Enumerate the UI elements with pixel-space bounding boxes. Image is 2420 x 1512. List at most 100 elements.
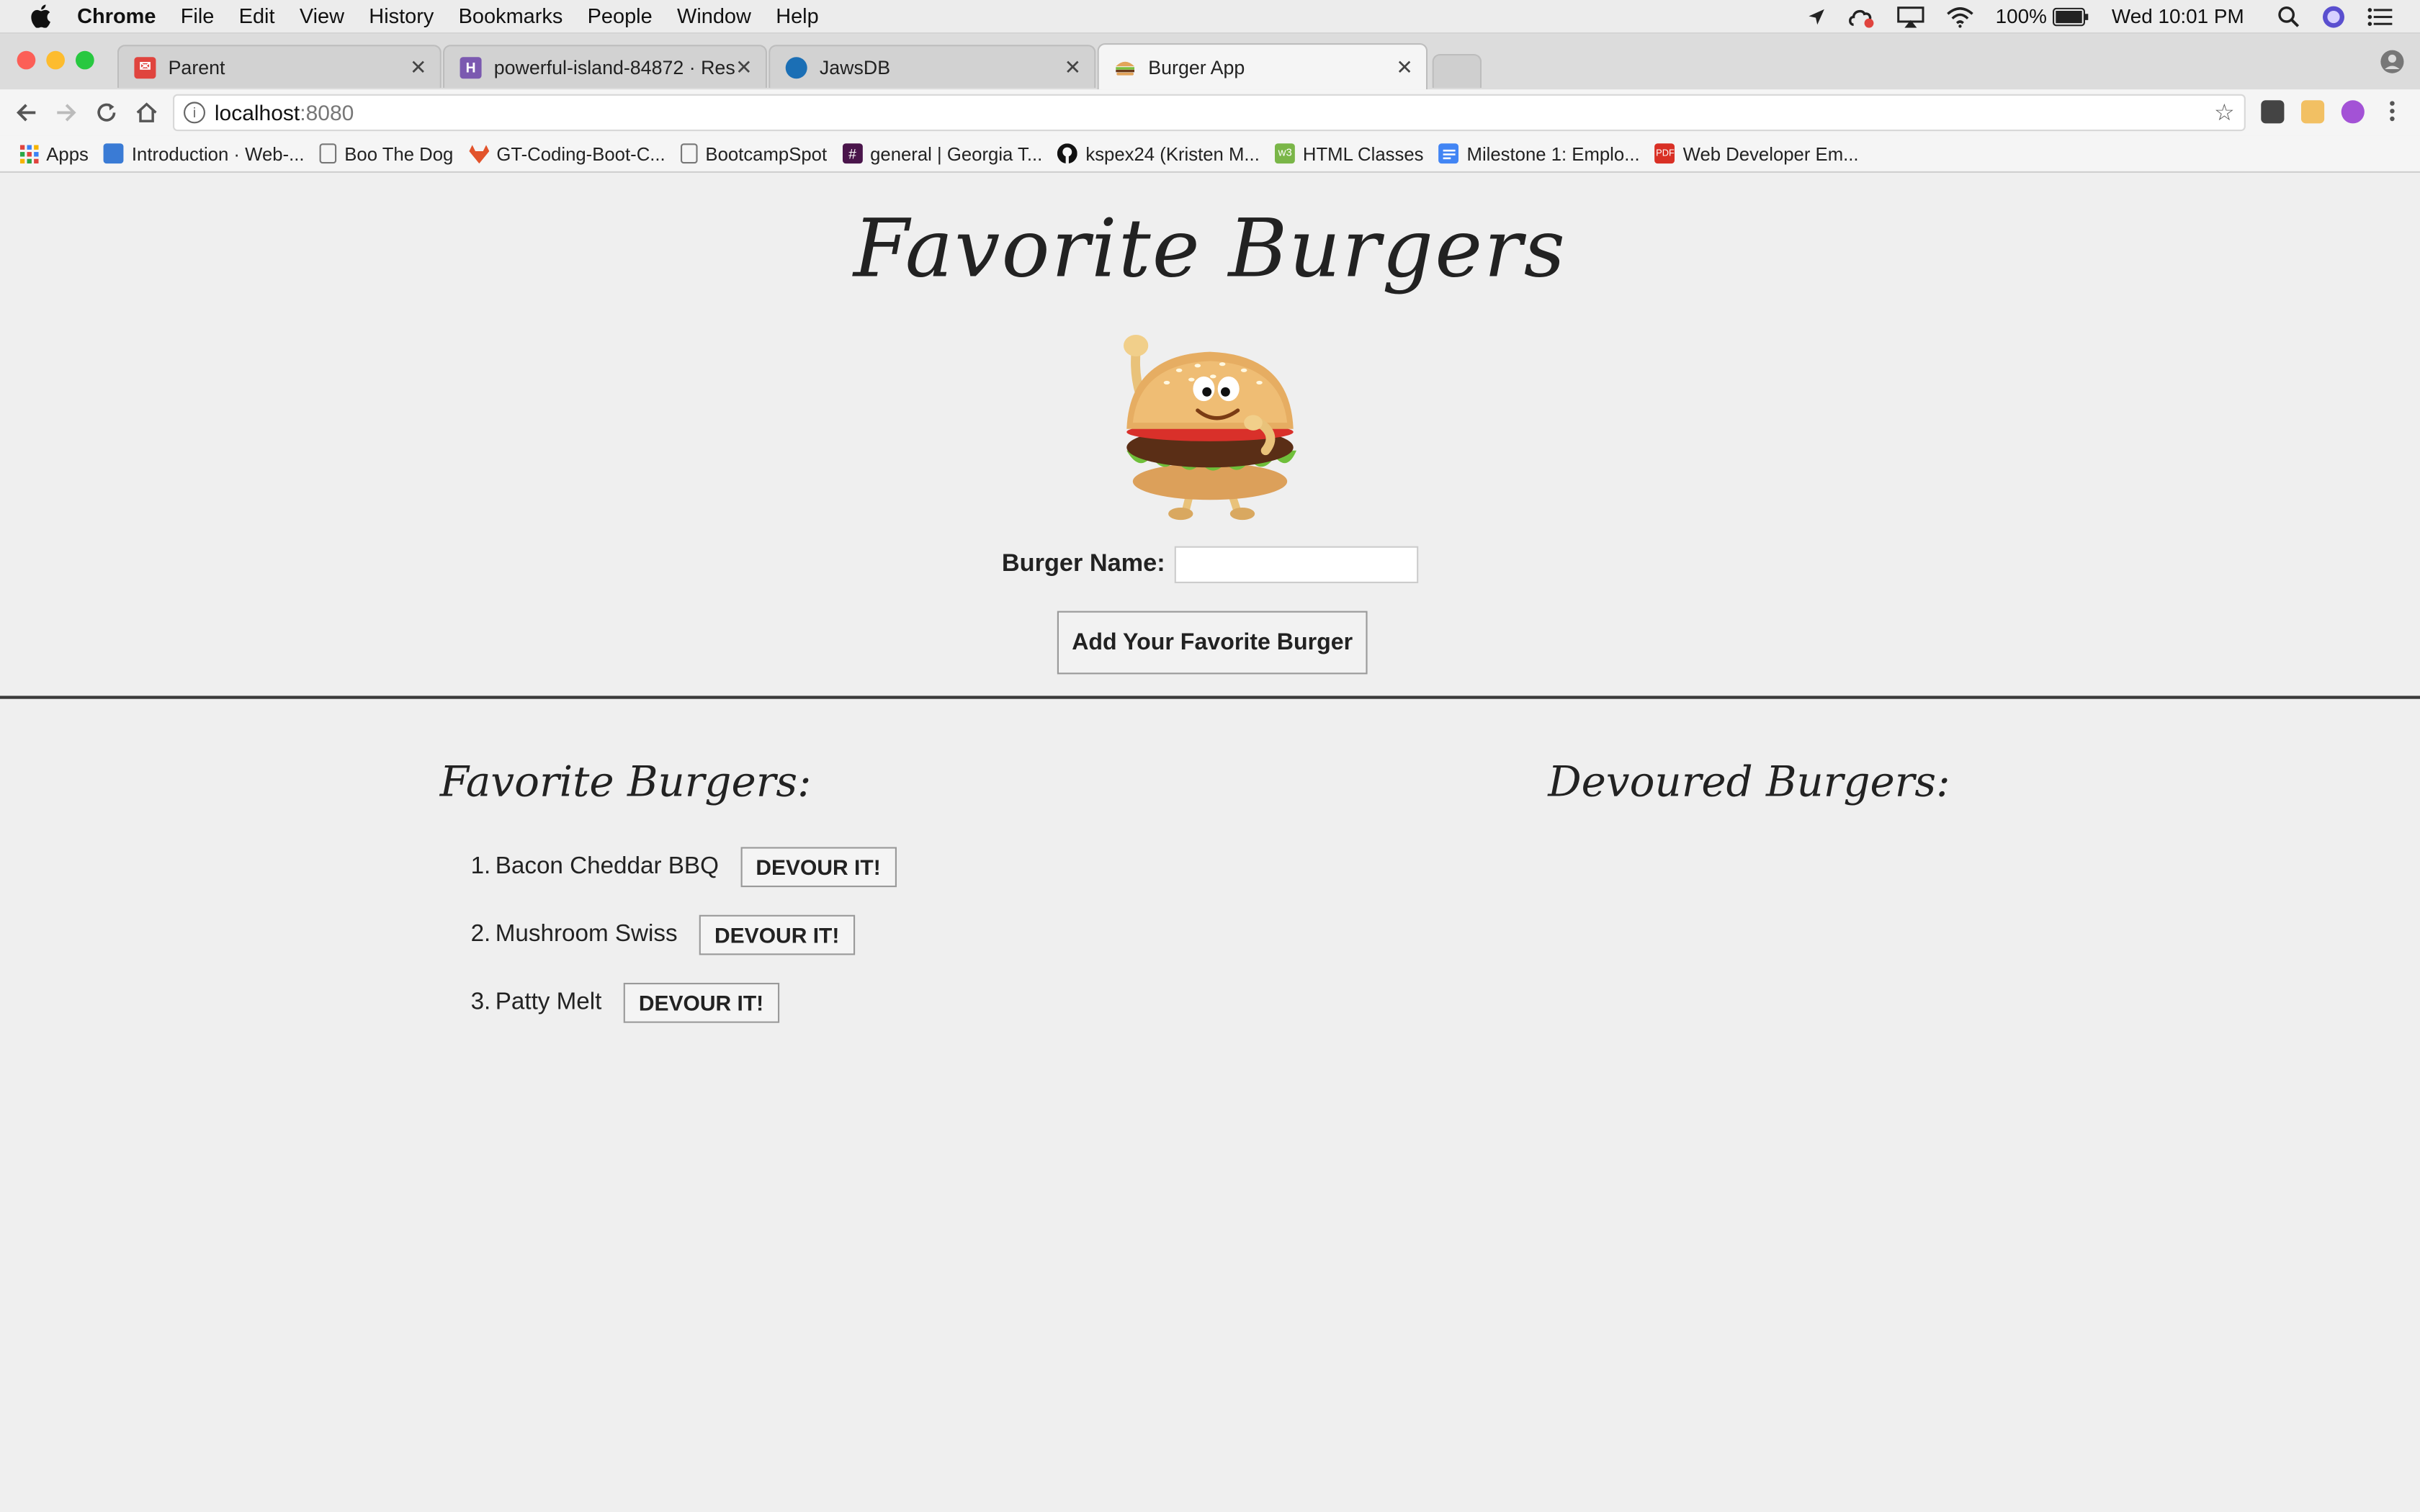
list-item: 3. Patty Melt DEVOUR IT! (471, 981, 897, 1025)
list-item: 1. Bacon Cheddar BBQ DEVOUR IT! (471, 845, 897, 888)
bookmark-label: Milestone 1: Emplo... (1466, 143, 1640, 165)
bookmark-label: Introduction · Web-... (131, 143, 305, 165)
gitlab-icon (468, 143, 489, 163)
menu-edit[interactable]: Edit (239, 4, 275, 27)
devour-button[interactable]: DEVOUR IT! (740, 847, 897, 888)
bookmark-introduction[interactable]: Introduction · Web-... (104, 143, 305, 165)
add-burger-button[interactable]: Add Your Favorite Burger (1057, 611, 1368, 675)
page-content: Favorite Burgers Burger Name: Add Your F… (0, 173, 2420, 1512)
apple-logo-icon[interactable] (28, 4, 53, 28)
tab-close-icon[interactable]: ✕ (409, 55, 428, 79)
page-title: Favorite Burgers (853, 203, 1567, 297)
tab-close-icon[interactable]: ✕ (1063, 55, 1082, 79)
bookmark-label: general | Georgia T... (870, 143, 1043, 165)
bookmark-gt-coding[interactable]: GT-Coding-Boot-C... (468, 143, 666, 165)
address-port: :8080 (300, 100, 354, 125)
mail-icon: ✉ (134, 56, 156, 78)
menu-file[interactable]: File (181, 4, 215, 27)
battery-icon[interactable] (2053, 6, 2090, 26)
back-arrow-icon[interactable] (12, 99, 40, 127)
spotlight-search-icon[interactable] (2278, 5, 2300, 27)
burger-name-label: Burger Name: (1001, 551, 1165, 577)
window-zoom-button[interactable] (76, 50, 94, 70)
menu-app-chrome[interactable]: Chrome (77, 4, 156, 27)
tab-heroku[interactable]: H powerful-island-84872 · Reso ✕ (443, 45, 767, 89)
tab-parent[interactable]: ✉ Parent ✕ (117, 45, 442, 89)
new-tab-button[interactable] (1432, 54, 1482, 89)
extension-film-icon[interactable] (2261, 100, 2285, 124)
tab-title: Burger App (1148, 56, 1245, 78)
bookmark-label: kspex24 (Kristen M... (1085, 143, 1260, 165)
notification-center-icon[interactable] (2367, 7, 2393, 26)
siri-icon[interactable] (2321, 4, 2346, 28)
location-arrow-icon[interactable] (1807, 7, 1826, 26)
menubar-clock[interactable]: Wed 10:01 PM (2112, 4, 2244, 27)
tab-close-icon[interactable]: ✕ (735, 55, 753, 79)
address-bar[interactable]: i localhost:8080 ☆ (173, 94, 2246, 132)
w3-icon: w3 (1275, 143, 1296, 164)
burger-mascot-image (1105, 327, 1312, 521)
forward-arrow-icon[interactable] (53, 99, 81, 127)
bookmark-boo-the-dog[interactable]: Boo The Dog (319, 143, 454, 165)
bookmark-bootcampspot[interactable]: BootcampSpot (681, 143, 827, 164)
bookmark-slack-general[interactable]: # general | Georgia T... (842, 143, 1043, 165)
bookmark-apps[interactable]: Apps (19, 143, 89, 164)
tab-title: Parent (168, 56, 225, 78)
burger-name-input[interactable] (1174, 546, 1419, 583)
bookmark-web-developer[interactable]: PDF Web Developer Em... (1655, 143, 1859, 164)
bookmark-milestone[interactable]: Milestone 1: Emplo... (1438, 143, 1640, 165)
extension-ruler-icon[interactable] (2301, 100, 2325, 124)
burger-number: 1. (470, 853, 491, 880)
menu-people[interactable]: People (588, 4, 653, 27)
burger-name: Patty Melt (495, 989, 602, 1015)
site-info-icon[interactable]: i (183, 102, 205, 124)
doc-icon (1438, 143, 1459, 164)
devour-button[interactable]: DEVOUR IT! (623, 983, 779, 1023)
heroku-icon: H (460, 56, 482, 78)
bookmark-label: BootcampSpot (705, 143, 828, 165)
reload-icon[interactable] (93, 99, 121, 127)
extension-purple-icon[interactable] (2341, 100, 2365, 124)
home-icon[interactable] (133, 99, 161, 127)
bookmark-label: GT-Coding-Boot-C... (496, 143, 666, 165)
menu-window[interactable]: Window (677, 4, 751, 27)
bookmark-html-classes[interactable]: w3 HTML Classes (1275, 143, 1424, 165)
profile-icon[interactable] (2380, 50, 2404, 82)
menu-history[interactable]: History (369, 4, 434, 27)
battery-percent: 100% (1995, 4, 2047, 28)
favorites-heading: Favorite Burgers: (439, 759, 812, 807)
bookmarks-bar: Apps Introduction · Web-... Boo The Dog … (0, 135, 2420, 173)
section-divider (0, 696, 2420, 699)
slack-icon: # (842, 143, 863, 164)
menu-view[interactable]: View (300, 4, 344, 27)
bookmark-label: Boo The Dog (344, 143, 454, 165)
tab-title: powerful-island-84872 · Reso (493, 56, 735, 78)
window-minimize-button[interactable] (46, 50, 65, 70)
menu-help[interactable]: Help (776, 4, 818, 27)
chrome-menu-icon[interactable] (2386, 99, 2398, 131)
window-close-button[interactable] (17, 50, 36, 70)
bookmark-star-icon[interactable]: ☆ (2214, 99, 2235, 126)
add-burger-form: Burger Name: (0, 546, 2420, 583)
burger-name: Mushroom Swiss (495, 921, 678, 948)
burger-name: Bacon Cheddar BBQ (495, 853, 719, 880)
bookmark-github[interactable]: kspex24 (Kristen M... (1057, 143, 1260, 165)
creative-cloud-icon[interactable] (1847, 6, 1876, 27)
devour-button[interactable]: DEVOUR IT! (699, 914, 855, 955)
jawsdb-icon (785, 56, 807, 78)
github-icon (1057, 143, 1078, 164)
bookmark-label: HTML Classes (1302, 143, 1424, 165)
tab-close-icon[interactable]: ✕ (1395, 55, 1414, 79)
airplay-icon[interactable] (1897, 6, 1925, 27)
pdf-icon: PDF (1655, 143, 1675, 164)
apps-grid-icon (19, 143, 39, 163)
bookmark-label: Apps (46, 143, 89, 165)
address-host: localhost (214, 100, 300, 125)
tab-jawsdb[interactable]: JawsDB ✕ (768, 45, 1096, 89)
burger-icon (1114, 56, 1136, 78)
tab-burger-app[interactable]: Burger App ✕ (1097, 43, 1428, 90)
menu-bookmarks[interactable]: Bookmarks (459, 4, 563, 27)
devoured-heading: Devoured Burgers: (1548, 759, 1950, 807)
burger-number: 3. (470, 989, 491, 1015)
wifi-icon[interactable] (1946, 6, 1974, 27)
